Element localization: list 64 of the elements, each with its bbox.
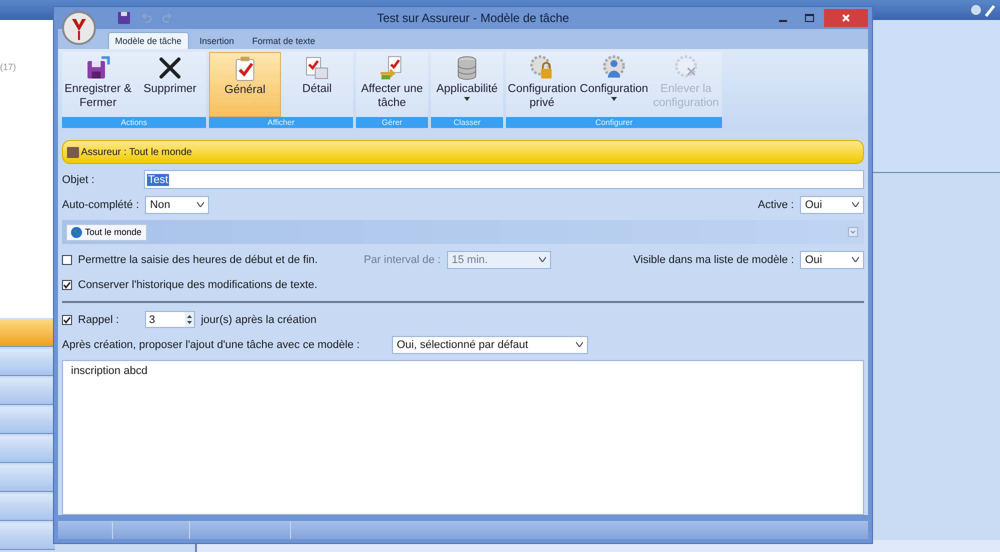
chevron-down-icon xyxy=(538,257,546,262)
item-count: (17) xyxy=(0,62,16,72)
collapse-icon[interactable] xyxy=(848,227,858,237)
audience-button[interactable]: Tout le monde xyxy=(66,224,147,240)
book-icon xyxy=(67,146,79,158)
ribbon-tab[interactable]: Insertion xyxy=(192,32,242,49)
navigation-item[interactable] xyxy=(0,320,55,347)
input-field[interactable]: Test xyxy=(144,170,864,189)
banner-text: Assureur : Tout le monde xyxy=(81,146,192,158)
ribbon-button[interactable]: Général xyxy=(209,52,281,117)
field-label: Objet : xyxy=(62,174,96,186)
ribbon-tab[interactable]: Modèle de tâche xyxy=(108,32,189,49)
chevron-down-icon xyxy=(576,342,583,347)
number-spinner[interactable]: 3 xyxy=(144,311,195,328)
toolbar-icons[interactable] xyxy=(970,3,996,17)
navigation-item[interactable] xyxy=(0,436,55,463)
ribbon-group-label: Configurer xyxy=(506,117,722,128)
ribbon-button[interactable]: Supprimer xyxy=(134,52,206,117)
chevron-down-icon xyxy=(852,202,859,207)
dropdown[interactable]: Oui, sélectionné par défaut xyxy=(392,336,588,354)
field-label: jour(s) après la création xyxy=(200,314,317,326)
field-label: Active : xyxy=(758,198,794,210)
checkbox[interactable] xyxy=(62,314,72,324)
ribbon-group-label: Actions xyxy=(62,117,206,128)
field-label: Après création, proposer l'ajout d'une tâche avec ce modèle : xyxy=(62,338,360,350)
navigation-item[interactable] xyxy=(0,465,55,492)
documents-icon xyxy=(303,54,331,82)
maximize-icon xyxy=(804,14,814,22)
ribbon-button[interactable]: Configuration privé xyxy=(506,52,578,117)
navigation-item[interactable] xyxy=(0,349,55,376)
globe-icon xyxy=(71,226,82,238)
checkbox[interactable] xyxy=(62,254,72,264)
field-label: Visible dans ma liste de modèle : xyxy=(633,254,794,266)
app-logo-icon[interactable] xyxy=(62,11,96,45)
dropdown[interactable]: Non xyxy=(145,196,210,214)
close-button[interactable] xyxy=(824,9,868,27)
close-icon xyxy=(842,14,850,22)
navigation-item[interactable] xyxy=(0,494,55,521)
chevron-down-icon xyxy=(197,202,204,207)
text-area[interactable]: inscription abcd xyxy=(62,360,864,515)
checkbox-label: Rappel : xyxy=(78,314,119,326)
save-icon[interactable] xyxy=(118,12,130,24)
dropdown[interactable]: Oui xyxy=(800,196,864,214)
navigation-item[interactable] xyxy=(0,523,55,550)
chevron-down-icon xyxy=(852,257,859,262)
ribbon-button[interactable]: Affecter une tâche xyxy=(356,52,428,117)
window-title: Test sur Assureur - Modèle de tâche xyxy=(376,11,570,25)
checkbox-label: Conserver l'historique des modifications de texte. xyxy=(78,278,318,290)
field-label: Auto-complété : xyxy=(62,198,140,210)
ribbon-group-label: Classer xyxy=(431,117,503,128)
ribbon-tab[interactable]: Format de texte xyxy=(245,32,322,49)
field-label: Par interval de : xyxy=(364,254,441,266)
checkbox-label: Permettre la saisie des heures de début et de fin. xyxy=(78,254,318,266)
ribbon-group-label: Gérer xyxy=(356,117,428,128)
ribbon-button[interactable]: Détail xyxy=(281,52,353,117)
ribbon-group-label: Afficher xyxy=(209,117,353,128)
ribbon-button[interactable]: Configuration xyxy=(578,52,650,117)
ribbon-button[interactable]: Enregistrer & Fermer xyxy=(62,52,134,117)
ribbon-button[interactable]: Applicabilité xyxy=(431,52,503,117)
spinner-arrows-icon[interactable] xyxy=(184,312,194,327)
navigation-item[interactable] xyxy=(0,378,55,405)
checkbox[interactable] xyxy=(62,280,72,290)
dropdown[interactable]: Oui xyxy=(800,250,864,268)
navigation-item[interactable] xyxy=(0,407,55,434)
